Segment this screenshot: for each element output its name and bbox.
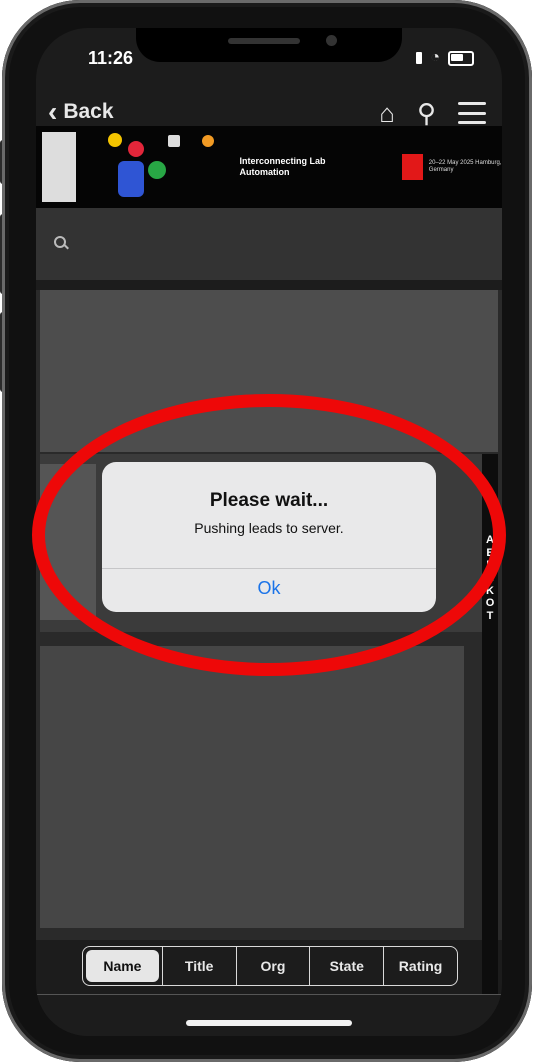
banner-artwork [98,131,214,203]
status-icons: ◔ [416,50,474,66]
wifi-icon: ◔ [430,49,440,66]
bottom-strip [36,994,502,1036]
highlight-ellipse [32,394,506,676]
back-label: Back [63,100,114,123]
menu-icon[interactable] [458,102,486,124]
sort-tab-name[interactable]: Name [86,950,159,982]
sort-tab-org[interactable]: Org [235,947,310,985]
banner-title: Interconnecting Lab Automation [239,156,326,177]
nav-icons: ⌂ ⚲ [379,100,486,126]
search-icon-nav[interactable]: ⚲ [417,100,436,126]
sort-tab-state[interactable]: State [309,947,383,985]
event-banner: Interconnecting Lab Automation 20–22 May… [36,126,502,208]
home-indicator[interactable] [186,1020,352,1026]
event-logo [42,132,76,202]
search-bar[interactable] [36,208,502,280]
banner-date: 20–22 May 2025 Hamburg, Germany [428,159,502,173]
sort-tab-rating[interactable]: Rating [383,947,457,985]
sort-tab-title[interactable]: Title [161,947,236,985]
chevron-left-icon: ‹ [48,96,58,127]
banner-red-square [402,154,423,180]
status-time: 11:26 [88,48,134,68]
search-icon [54,236,66,248]
index-letter[interactable]: O [486,597,495,610]
back-button[interactable]: ‹ Back [48,98,114,126]
front-camera [326,35,337,46]
speaker [228,38,300,44]
content-block-bottom [40,646,464,928]
signal-icon [416,52,423,64]
battery-icon [448,50,474,66]
home-icon[interactable]: ⌂ [379,100,395,126]
notch [136,28,402,62]
index-letter[interactable]: T [487,610,494,623]
sort-segmented-control: Name Title Org State Rating [82,946,458,986]
